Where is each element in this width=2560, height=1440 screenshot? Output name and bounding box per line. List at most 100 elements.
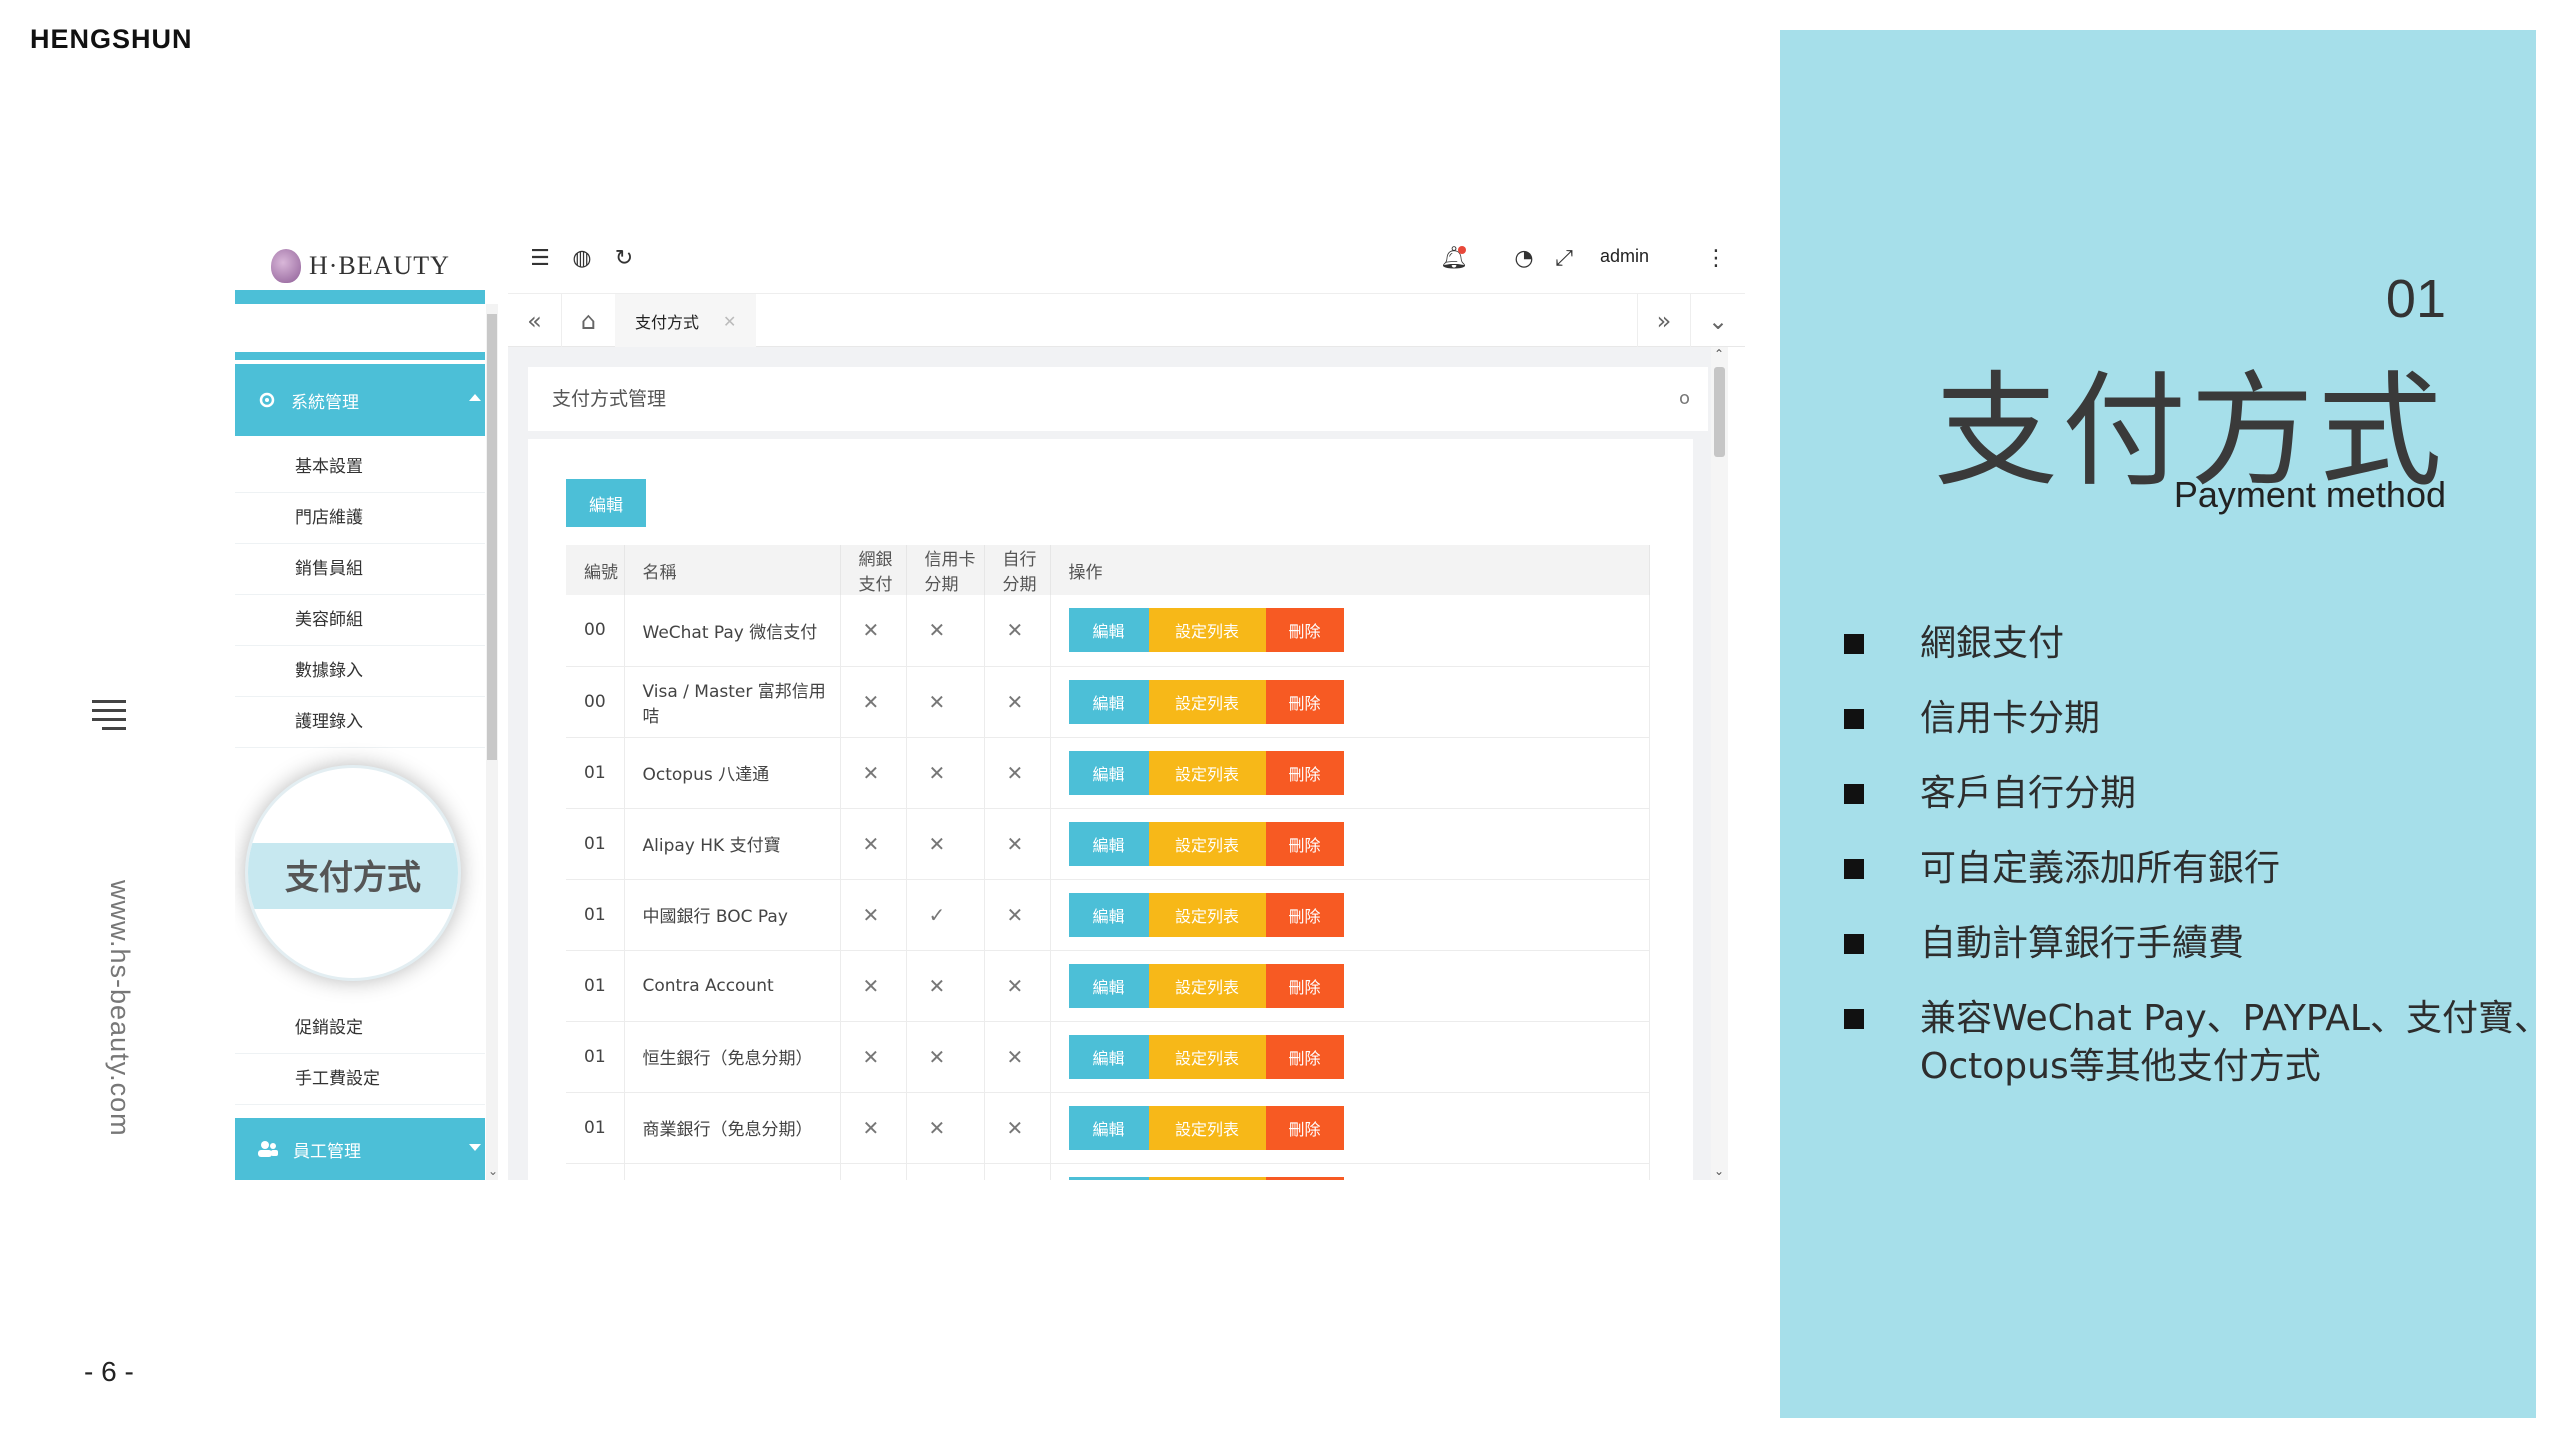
row-edit-button[interactable]: 編輯 (1068, 679, 1149, 724)
gear-icon (259, 392, 275, 408)
scroll-up-icon[interactable]: ⌃ (1714, 347, 1724, 361)
row-set-list-button[interactable]: 設定列表 (1148, 1105, 1266, 1150)
caret-up-icon (469, 394, 481, 401)
row-edit-button[interactable]: 編輯 (1068, 608, 1149, 653)
cell-name: WeChat Pay 微信支付 (624, 595, 841, 667)
fullscreen-icon[interactable]: ⤢ (1550, 244, 1578, 272)
row-edit-button[interactable]: 編輯 (1068, 1105, 1149, 1150)
close-icon[interactable]: ✕ (723, 312, 736, 331)
feature-item: 兼容WeChat Pay、PAYPAL、支付寶、 (1840, 995, 2550, 1043)
chevron-down-icon[interactable]: ⌄ (1691, 294, 1745, 348)
tab-payment[interactable]: 支付方式 ✕ (615, 294, 757, 348)
row-edit-button[interactable]: 編輯 (1068, 821, 1149, 866)
row-set-list-button[interactable]: 設定列表 (1148, 821, 1266, 866)
row-edit-button[interactable]: 編輯 (1068, 892, 1149, 937)
top-bar: ☰ ◍ ↻ 🔔︎ ◔ ⤢ admin ⋮ (508, 220, 1745, 295)
cell-name: 恒生銀行（免息分期） (624, 1021, 841, 1093)
cell-ops: 編輯設定列表刪除 (1050, 666, 1650, 738)
home-icon[interactable]: ⌂ (562, 294, 616, 348)
scrollbar-thumb[interactable] (1714, 367, 1725, 457)
cell-name: Visa / Master 富邦信用咭 (624, 666, 841, 738)
row-set-list-button[interactable]: 設定列表 (1148, 1034, 1266, 1079)
feature-item: 可自定義添加所有銀行 (1840, 845, 2540, 893)
caret-down-icon (469, 1144, 481, 1151)
row-edit-button[interactable]: 編輯 (1068, 963, 1149, 1008)
row-delete-button[interactable]: 刪除 (1265, 679, 1344, 724)
row-delete-button[interactable]: 刪除 (1265, 750, 1344, 795)
row-delete-button[interactable]: 刪除 (1265, 1105, 1344, 1150)
cell-name: Contra Account (624, 950, 841, 1022)
tab-bar: « ⌂ 支付方式 ✕ » ⌄ (508, 293, 1745, 348)
sidebar-item[interactable]: 銷售員組 (235, 544, 485, 595)
sidebar-item[interactable]: 數據錄入 (235, 646, 485, 697)
sidebar-item[interactable]: 基本設置 (235, 442, 485, 493)
refresh-small-icon[interactable]: ο (1679, 367, 1690, 431)
row-delete-button[interactable]: 刪除 (1265, 1034, 1344, 1079)
sidebar: H·BEAUTY 系統管理 基本設置 門店維護 銷售員組 美容師組 數據錄入 護… (235, 220, 498, 1180)
row-delete-button[interactable]: 刪除 (1265, 892, 1344, 937)
row-set-list-button[interactable]: 設定列表 (1148, 963, 1266, 1008)
cell-credit: ✕ (906, 1163, 985, 1180)
cell-online: ✕ (840, 666, 907, 738)
cell-ops: 編輯設定列表刪除 (1050, 950, 1650, 1022)
row-edit-button[interactable]: 編輯 (1068, 750, 1149, 795)
double-right-icon[interactable]: » (1637, 294, 1691, 348)
cell-id: 00 (566, 666, 625, 738)
cell-self: ✕ (984, 1163, 1051, 1180)
double-left-icon[interactable]: « (508, 294, 562, 348)
scroll-down-icon[interactable]: ⌄ (488, 1164, 498, 1178)
sidebar-item[interactable]: 護理錄入 (235, 697, 485, 748)
refresh-icon[interactable]: ↻ (610, 244, 638, 272)
app-logo[interactable]: H·BEAUTY (271, 236, 450, 296)
sidebar-item[interactable]: 門店維護 (235, 493, 485, 544)
scroll-down-icon[interactable]: ⌄ (1714, 1164, 1724, 1178)
row-actions: 編輯設定列表刪除 (1068, 679, 1650, 724)
table-panel: 編輯 編號 名稱 網銀支付 信用卡分期 自行分期 操作 00 WeChat Pay… (528, 439, 1693, 1180)
row-actions: 編輯設定列表刪除 (1068, 821, 1650, 866)
row-edit-button[interactable]: 編輯 (1068, 1034, 1149, 1079)
row-delete-button[interactable]: 刪除 (1265, 608, 1344, 653)
row-set-list-button[interactable]: 設定列表 (1148, 679, 1266, 724)
bell-icon[interactable]: 🔔︎ (1440, 244, 1468, 272)
magnified-menu-item[interactable]: 支付方式 (245, 765, 461, 981)
sidebar-item[interactable]: 美容師組 (235, 595, 485, 646)
col-ops: 操作 (1050, 545, 1650, 595)
table-row: 01 Contra Account ✕ ✕ ✕ 編輯 設定列表 刪除 (566, 950, 1650, 1022)
cell-online: ✕ (840, 1163, 907, 1180)
sidebar-group-system[interactable]: 系統管理 (235, 364, 485, 436)
row-actions: 編輯設定列表刪除 (1068, 1105, 1650, 1150)
app-screenshot: H·BEAUTY 系統管理 基本設置 門店維護 銷售員組 美容師組 數據錄入 護… (235, 220, 1745, 1180)
edit-button[interactable]: 編輯 (566, 479, 646, 527)
menu-toggle-icon[interactable]: ☰ (526, 244, 554, 272)
row-delete-button[interactable]: 刪除 (1265, 1176, 1344, 1180)
panel-title: 支付方式管理 (552, 388, 667, 410)
sidebar-scrollbar[interactable]: ⌄ (486, 304, 498, 1180)
sidebar-group-staff[interactable]: 員工管理 (235, 1118, 485, 1180)
main-content: 支付方式管理 ο 編輯 編號 名稱 網銀支付 信用卡分期 自行分期 操作 00 W… (508, 347, 1728, 1180)
cell-ops: 編輯設定列表刪除 (1050, 879, 1650, 951)
row-edit-button[interactable]: 編輯 (1068, 1176, 1149, 1180)
row-actions: 編輯設定列表刪除 (1068, 608, 1650, 653)
cell-online: ✕ (840, 595, 907, 667)
cell-self: ✕ (984, 737, 1051, 809)
row-set-list-button[interactable]: 設定列表 (1148, 750, 1266, 795)
main-scrollbar[interactable]: ⌃ ⌄ (1711, 347, 1728, 1180)
user-name[interactable]: admin (1600, 246, 1649, 267)
row-set-list-button[interactable]: 設定列表 (1148, 1176, 1266, 1180)
scrollbar-thumb[interactable] (487, 314, 497, 760)
cell-name: Octopus 八達通 (624, 737, 841, 809)
palette-icon[interactable]: ◔ (1510, 244, 1538, 272)
more-icon[interactable]: ⋮ (1702, 244, 1730, 272)
row-delete-button[interactable]: 刪除 (1265, 821, 1344, 866)
row-set-list-button[interactable]: 設定列表 (1148, 608, 1266, 653)
cell-self: ✕ (984, 666, 1051, 738)
cell-online: ✕ (840, 879, 907, 951)
cell-self: ✕ (984, 1021, 1051, 1093)
cell-online: ✕ (840, 737, 907, 809)
feature-number: 01 (2385, 269, 2446, 329)
sidebar-item[interactable]: 手工費設定 (235, 1054, 485, 1105)
globe-icon[interactable]: ◍ (568, 244, 596, 272)
row-set-list-button[interactable]: 設定列表 (1148, 892, 1266, 937)
sidebar-item[interactable]: 促銷設定 (235, 1003, 485, 1054)
row-delete-button[interactable]: 刪除 (1265, 963, 1344, 1008)
